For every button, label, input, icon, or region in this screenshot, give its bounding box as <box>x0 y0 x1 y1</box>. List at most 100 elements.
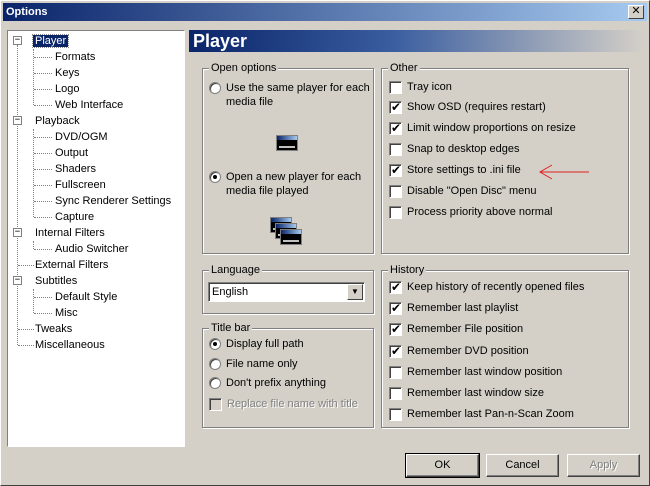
show-osd-checkbox[interactable]: ✔ Show OSD (requires restart) <box>389 100 546 116</box>
check-mark-icon: ✔ <box>391 321 402 336</box>
checkbox[interactable] <box>389 407 402 421</box>
tree-item-audio-switcher[interactable]: Audio Switcher <box>53 241 130 257</box>
file-name-only-radio[interactable]: File name only <box>209 357 298 373</box>
tree-item-default-style[interactable]: Default Style <box>53 289 119 305</box>
checkbox[interactable] <box>389 365 402 379</box>
collapse-icon[interactable]: − <box>13 36 22 45</box>
chevron-down-icon[interactable]: ▼ <box>347 284 363 300</box>
disable-open-disc-checkbox[interactable]: Disable "Open Disc" menu <box>389 184 536 200</box>
replace-with-title-checkbox[interactable]: Replace file name with title <box>209 397 358 413</box>
checkbox[interactable] <box>389 184 402 198</box>
group-title: History <box>388 263 427 277</box>
ok-button[interactable]: OK <box>405 453 480 478</box>
tree-item-fullscreen[interactable]: Fullscreen <box>53 177 108 193</box>
remember-file-position-checkbox[interactable]: ✔ Remember File position <box>389 322 523 338</box>
checkbox[interactable] <box>389 205 402 219</box>
collapse-icon[interactable]: − <box>13 116 22 125</box>
tree-item-miscellaneous[interactable]: Miscellaneous <box>33 337 107 353</box>
tree-item-label: Fullscreen <box>55 179 106 191</box>
checkbox-label: Tray icon <box>407 81 452 94</box>
checkbox[interactable] <box>209 397 222 411</box>
checkbox-label: Remember last Pan-n-Scan Zoom <box>407 408 574 421</box>
remember-pan-scan-zoom-checkbox[interactable]: Remember last Pan-n-Scan Zoom <box>389 407 574 423</box>
radio-button[interactable] <box>209 338 221 351</box>
tree-connector <box>34 89 52 90</box>
checkbox[interactable]: ✔ <box>389 100 402 114</box>
tree-item-output[interactable]: Output <box>53 145 90 161</box>
checkbox[interactable] <box>389 80 402 94</box>
limit-proportions-checkbox[interactable]: ✔ Limit window proportions on resize <box>389 121 576 137</box>
process-priority-checkbox[interactable]: Process priority above normal <box>389 205 553 221</box>
radio-button[interactable] <box>209 358 221 371</box>
tree-item-label: Internal Filters <box>35 227 105 239</box>
tree-connector <box>18 265 34 266</box>
tree-item-label: Misc <box>55 307 78 319</box>
remember-window-size-checkbox[interactable]: Remember last window size <box>389 386 544 402</box>
language-select[interactable]: English ▼ <box>208 282 365 302</box>
tree-item-label: DVD/OGM <box>55 131 108 143</box>
tree-item-label: Tweaks <box>35 323 73 335</box>
checkbox[interactable] <box>389 142 402 156</box>
tree-item-misc[interactable]: Misc <box>53 305 80 321</box>
tree-connector <box>34 201 52 202</box>
tree-item-capture[interactable]: Capture <box>53 209 96 225</box>
page-title: Player <box>189 30 644 52</box>
language-selected-value: English <box>212 286 249 298</box>
tree-connector <box>34 249 52 250</box>
collapse-icon[interactable]: − <box>13 228 22 237</box>
checkbox-label: Remember last playlist <box>407 302 519 315</box>
dont-prefix-radio[interactable]: Don't prefix anything <box>209 376 326 392</box>
tree-item-logo[interactable]: Logo <box>53 81 81 97</box>
tree-connector <box>17 45 18 345</box>
full-path-radio[interactable]: Display full path <box>209 337 304 353</box>
tree-item-keys[interactable]: Keys <box>53 65 81 81</box>
checkbox[interactable]: ✔ <box>389 162 402 177</box>
tree-item-web-interface[interactable]: Web Interface <box>53 97 125 113</box>
tree-item-shaders[interactable]: Shaders <box>53 161 98 177</box>
radio-button[interactable] <box>209 82 221 94</box>
tree-item-label: Playback <box>35 115 80 127</box>
apply-button[interactable]: Apply <box>567 454 640 477</box>
new-player-radio[interactable]: Open a new player for each media file pl… <box>209 170 369 200</box>
tree-item-playback[interactable]: Playback <box>33 113 82 129</box>
checkbox[interactable]: ✔ <box>389 321 402 336</box>
checkbox[interactable]: ✔ <box>389 280 402 294</box>
checkbox-label: Remember DVD position <box>407 345 529 358</box>
tree-item-tweaks[interactable]: Tweaks <box>33 321 74 337</box>
tree-item-player[interactable]: Player <box>31 33 70 49</box>
settings-tree[interactable]: − − − − Player Formats Keys Logo Web Int… <box>7 30 185 447</box>
checkbox[interactable] <box>389 386 402 400</box>
tree-item-external-filters[interactable]: External Filters <box>33 257 110 273</box>
tray-icon-checkbox[interactable]: Tray icon <box>389 80 452 96</box>
tree-item-label: Keys <box>55 67 80 79</box>
cancel-button[interactable]: Cancel <box>486 454 559 477</box>
tree-item-label: Logo <box>55 83 80 95</box>
collapse-icon[interactable]: − <box>13 276 22 285</box>
checkbox[interactable]: ✔ <box>389 344 402 358</box>
tree-item-formats[interactable]: Formats <box>53 49 97 65</box>
tree-connector <box>34 57 52 58</box>
tree-connector <box>34 297 52 298</box>
single-window-icon <box>276 135 298 151</box>
tree-item-subtitles[interactable]: Subtitles <box>33 273 79 289</box>
checkbox[interactable]: ✔ <box>389 121 402 135</box>
radio-button[interactable] <box>209 171 221 183</box>
same-player-radio[interactable]: Use the same player for each media file <box>209 81 370 111</box>
remember-dvd-position-checkbox[interactable]: ✔ Remember DVD position <box>389 344 529 360</box>
close-icon[interactable]: ✕ <box>628 5 644 19</box>
tree-connector <box>18 329 34 330</box>
checkbox-label: Replace file name with title <box>227 398 358 411</box>
store-ini-checkbox[interactable]: ✔ Store settings to .ini file <box>389 163 521 179</box>
snap-edges-checkbox[interactable]: Snap to desktop edges <box>389 142 520 158</box>
tree-item-dvd-ogm[interactable]: DVD/OGM <box>53 129 110 145</box>
keep-history-checkbox[interactable]: ✔ Keep history of recently opened files <box>389 280 584 296</box>
radio-button[interactable] <box>209 377 221 390</box>
remember-playlist-checkbox[interactable]: ✔ Remember last playlist <box>389 301 518 317</box>
checkbox[interactable]: ✔ <box>389 300 402 315</box>
remember-window-position-checkbox[interactable]: Remember last window position <box>389 365 562 381</box>
tree-item-label: Audio Switcher <box>55 243 129 255</box>
check-mark-icon: ✔ <box>391 300 402 315</box>
check-mark-icon: ✔ <box>391 162 402 177</box>
tree-item-sync-renderer-settings[interactable]: Sync Renderer Settings <box>53 193 173 209</box>
tree-item-internal-filters[interactable]: Internal Filters <box>33 225 107 241</box>
